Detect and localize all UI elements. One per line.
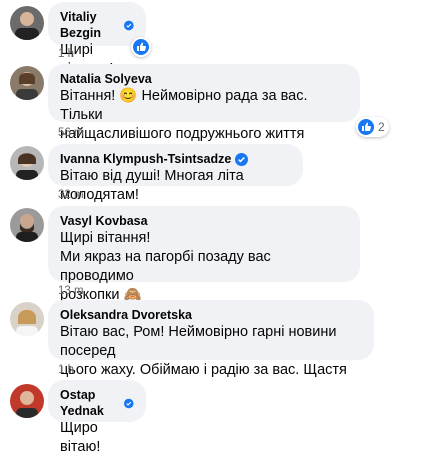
avatar[interactable] [10,6,44,40]
comment-time[interactable]: 1 h [58,364,74,376]
author-name[interactable]: Ivanna Klympush-Tsintsadze [60,151,291,167]
like-icon [133,39,149,55]
avatar[interactable] [10,146,44,180]
comment-bubble: Natalia Solyeva Вітання! 😊 Неймовірно ра… [48,64,360,161]
avatar[interactable] [10,208,44,242]
author-name[interactable]: Vasyl Kovbasa [60,213,348,229]
comment-text-line: Ми якраз на пагорбі позаду вас проводимо [60,249,271,284]
comment-bubble: Ostap Yednak Щиро вітаю! [48,380,146,455]
author-name-text[interactable]: Vasyl Kovbasa [60,213,148,229]
avatar[interactable] [10,384,44,418]
author-name[interactable]: Oleksandra Dvoretska [60,307,362,323]
comment-bubble: Oleksandra Dvoretska Вітаю вас, Ром! Ней… [48,300,374,397]
like-icon [358,119,374,135]
comment-time[interactable]: 56 m [58,127,84,139]
comment-time[interactable]: 13 m [58,285,84,297]
author-name-text[interactable]: Ivanna Klympush-Tsintsadze [60,151,231,167]
comment-time[interactable]: 32 m [58,189,84,201]
author-name-text[interactable]: Ostap Yednak [60,387,120,419]
comment-bubble: Ivanna Klympush-Tsintsadze Вітаю від душ… [48,144,303,203]
comment-text-line: Вітаю вас, Ром! Неймовірно гарні новини … [60,324,337,359]
comment-bubble: Vasyl Kovbasa Щирі вітання! Ми якраз на … [48,206,360,303]
verified-badge-icon [124,398,134,408]
verified-badge-icon [124,20,134,30]
author-name-text[interactable]: Oleksandra Dvoretska [60,307,192,323]
comment-bubble: Vitaliy Bezgin Щирі вітання! [48,2,146,77]
author-name-text[interactable]: Vitaliy Bezgin [60,9,120,41]
comment-text-line: Вітання! 😊 Неймовірно рада за вас. Тільк… [60,88,308,123]
reaction-summary[interactable] [131,37,151,57]
author-name[interactable]: Natalia Solyeva [60,71,348,87]
author-name[interactable]: Ostap Yednak [60,387,134,419]
avatar[interactable] [10,302,44,336]
reaction-summary[interactable]: 2 [356,117,389,137]
comment-time[interactable]: 1 h [58,48,74,60]
comment-text: Щиро вітаю! [60,420,101,455]
avatar[interactable] [10,66,44,100]
author-name[interactable]: Vitaliy Bezgin [60,9,134,41]
comment-text-line: Щирі вітання! [60,230,151,246]
verified-badge-icon [235,152,249,166]
comment-text: Вітаю від душі! Многая літа молодятам! [60,168,244,203]
author-name-text[interactable]: Natalia Solyeva [60,71,152,87]
reaction-count: 2 [378,120,385,134]
